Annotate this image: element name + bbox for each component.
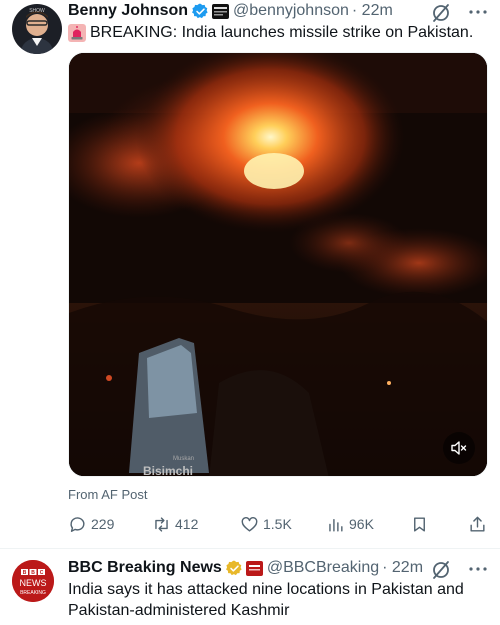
like-button[interactable]: 1.5K xyxy=(240,512,292,536)
reply-count: 229 xyxy=(91,516,115,532)
author-name[interactable]: Benny Johnson xyxy=(68,2,188,20)
tweet-benny-johnson[interactable]: SHOW Benny Johnson @bennyjohnson · 22m B… xyxy=(0,0,500,548)
tweet-actions: 229 412 1.5K 96K xyxy=(68,512,488,536)
share-button[interactable] xyxy=(468,512,487,536)
tweet-header: Benny Johnson @bennyjohnson · 22m xyxy=(68,0,393,22)
bbc-logo-b2: B xyxy=(31,570,35,576)
author-handle[interactable]: @bennyjohnson xyxy=(233,2,349,20)
mute-button[interactable] xyxy=(443,432,475,464)
like-count: 1.5K xyxy=(263,516,292,532)
tweet-text: BREAKING: India launches missile strike … xyxy=(68,22,473,43)
tweet-video[interactable]: Muskan Bisimchi xyxy=(68,52,488,477)
siren-icon xyxy=(68,23,86,42)
video-watermark-small: Muskan xyxy=(173,456,195,462)
repost-count: 412 xyxy=(175,516,199,532)
video-frame xyxy=(69,53,487,476)
tweet-time[interactable]: · 22m xyxy=(352,2,393,20)
share-icon xyxy=(470,516,485,532)
affiliate-badge-icon xyxy=(245,560,263,576)
mute-icon xyxy=(451,441,467,455)
grok-icon[interactable] xyxy=(430,2,452,24)
verified-icon xyxy=(192,3,208,18)
avatar-line-news: NEWS xyxy=(20,578,47,588)
bookmark-icon xyxy=(414,516,425,532)
grok-icon[interactable] xyxy=(430,559,452,581)
tweet-text-content: BREAKING: India launches missile strike … xyxy=(90,24,474,41)
verified-icon xyxy=(225,560,242,575)
bookmark-button[interactable] xyxy=(410,512,429,536)
views-count: 96K xyxy=(349,516,374,532)
reply-button[interactable]: 229 xyxy=(68,512,114,536)
tweet-time[interactable]: · 22m xyxy=(382,559,423,577)
avatar[interactable]: B B C NEWS BREAKING xyxy=(12,560,54,602)
author-handle[interactable]: @BBCBreaking xyxy=(267,559,379,577)
bbc-logo-c: C xyxy=(40,570,44,576)
reply-icon xyxy=(70,516,85,532)
bbc-logo-b1: B xyxy=(23,570,27,576)
tweet-text: India says it has attacked nine location… xyxy=(68,581,464,619)
views-button[interactable]: 96K xyxy=(326,512,374,536)
views-icon xyxy=(329,518,343,532)
like-icon xyxy=(241,516,258,532)
author-name[interactable]: BBC Breaking News xyxy=(68,559,222,577)
media-source[interactable]: From AF Post xyxy=(68,487,147,502)
more-icon[interactable] xyxy=(466,559,490,579)
repost-icon xyxy=(155,516,168,532)
video-watermark: Bisimchi xyxy=(143,464,194,477)
affiliate-badge-icon xyxy=(212,3,230,19)
more-icon[interactable] xyxy=(466,2,490,22)
tweet-bbc-breaking[interactable]: B B C NEWS BREAKING BBC Breaking News @B… xyxy=(0,548,500,625)
repost-button[interactable]: 412 xyxy=(152,512,198,536)
tweet-header: BBC Breaking News @BBCBreaking · 22m xyxy=(68,557,423,579)
avatar-line-breaking: BREAKING xyxy=(20,590,46,596)
svg-text:SHOW: SHOW xyxy=(29,8,45,14)
avatar[interactable]: SHOW xyxy=(12,4,62,54)
